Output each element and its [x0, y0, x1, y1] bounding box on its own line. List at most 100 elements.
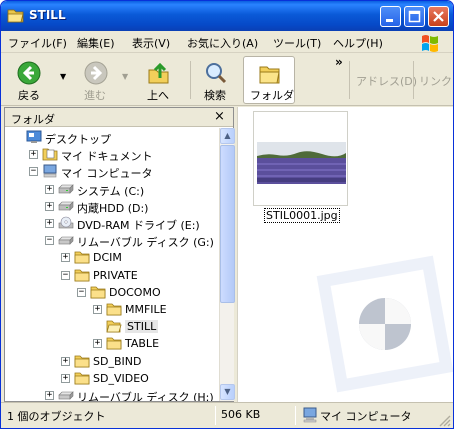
folders-label: フォルダ — [250, 89, 294, 102]
minimize-button[interactable] — [380, 6, 401, 27]
menu-view[interactable]: 表示(V) — [132, 35, 170, 51]
folder-tree-scrollbar[interactable]: ▲ ▼ — [219, 128, 235, 401]
tree-item-label[interactable]: TABLE — [125, 337, 159, 350]
desktop-icon — [26, 130, 42, 144]
tree-collapse-button[interactable]: − — [45, 236, 54, 246]
folder-icon — [106, 302, 122, 316]
back-button[interactable]: 戻る — [7, 58, 51, 102]
menu-file[interactable]: ファイル(F) — [8, 35, 67, 51]
folders-button[interactable]: フォルダ — [243, 56, 295, 104]
up-label: 上へ — [147, 89, 169, 102]
file-name-label[interactable]: STIL0001.jpg — [264, 208, 340, 223]
hard-drive-icon — [58, 199, 74, 213]
folders-icon — [259, 66, 280, 84]
folder-open-icon — [7, 9, 24, 23]
search-button[interactable]: 検索 — [196, 58, 236, 102]
tree-collapse-button[interactable]: − — [61, 270, 70, 280]
folder-icon — [74, 371, 90, 385]
folder-pane-close-button[interactable]: × — [214, 109, 225, 124]
folder-tree-pane: フォルダ × デスクトップ + マイ ドキュメント − マイ コンピュータ + システム (… — [4, 107, 235, 402]
search-icon — [206, 63, 227, 84]
title-bar[interactable]: STILL — [1, 1, 453, 31]
tree-item-label[interactable]: リムーバブル ディスク (H:) — [77, 389, 214, 401]
tree-item-label[interactable]: DVD-RAM ドライブ (E:) — [77, 217, 200, 233]
search-label: 検索 — [204, 89, 226, 102]
tree-collapse-button[interactable]: − — [29, 167, 38, 177]
menu-tools[interactable]: ツール(T) — [273, 35, 321, 51]
windows-logo-icon — [422, 35, 438, 52]
explorer-window: STILL ファイル(F) 編集(E) 表示(V) お気に入り(A) ツール(T… — [0, 0, 454, 429]
maximize-icon — [408, 10, 421, 23]
tree-item-label[interactable]: デスクトップ — [45, 131, 111, 147]
window-title: STILL — [29, 8, 66, 22]
tree-expand-button[interactable]: + — [61, 253, 70, 263]
folder-icon — [74, 354, 90, 368]
maximize-button[interactable] — [404, 6, 425, 27]
tree-item-label[interactable]: DOCOMO — [109, 286, 161, 299]
removable-disk-icon — [58, 388, 74, 401]
folder-icon — [74, 250, 90, 264]
scrollbar-thumb[interactable] — [220, 145, 235, 303]
scroll-down-button[interactable]: ▼ — [220, 384, 235, 400]
tree-item-label[interactable]: STILL — [125, 320, 159, 334]
close-icon — [433, 11, 444, 22]
folder-icon — [106, 336, 122, 350]
toolbar-separator — [413, 61, 414, 99]
links-toolbar-label[interactable]: リンク — [419, 73, 452, 89]
folder-tree: デスクトップ + マイ ドキュメント − マイ コンピュータ + システム (C:) + 内蔵H… — [5, 128, 219, 401]
tree-expand-button[interactable]: + — [93, 305, 102, 314]
resize-grip-icon[interactable] — [437, 413, 451, 427]
dvd-drive-icon — [58, 216, 74, 230]
removable-disk-icon — [58, 233, 74, 247]
back-dropdown-arrow-icon[interactable]: ▼ — [60, 72, 66, 81]
up-button[interactable]: 上へ — [139, 58, 179, 102]
tree-item-label[interactable]: リムーバブル ディスク (G:) — [77, 234, 214, 250]
scroll-up-button[interactable]: ▲ — [220, 128, 235, 144]
folder-up-icon — [148, 62, 169, 84]
tree-item-label[interactable]: マイ コンピュータ — [61, 165, 153, 181]
menu-help[interactable]: ヘルプ(H) — [333, 35, 383, 51]
back-arrow-icon — [17, 61, 41, 85]
tree-item-label[interactable]: 内蔵HDD (D:) — [77, 200, 148, 216]
status-separator — [295, 406, 296, 425]
camera-folder-watermark-icon — [316, 255, 453, 393]
tree-expand-button[interactable]: + — [61, 373, 70, 383]
folder-pane-header: フォルダ × — [5, 108, 233, 127]
folder-pane-title: フォルダ — [11, 113, 55, 126]
folder-open-icon — [106, 319, 122, 333]
close-button[interactable] — [428, 6, 449, 27]
tree-expand-button[interactable]: + — [45, 391, 54, 400]
tree-expand-button[interactable]: + — [45, 184, 54, 194]
tree-item-label[interactable]: DCIM — [93, 251, 122, 264]
tree-collapse-button[interactable]: − — [77, 287, 86, 297]
status-object-count: 1 個のオブジェクト — [7, 410, 106, 423]
forward-button[interactable]: 進む — [75, 58, 119, 102]
file-list-view: STIL0001.jpg — [237, 107, 453, 402]
toolbar-overflow-chevron[interactable]: » — [335, 55, 343, 69]
file-thumbnail[interactable] — [253, 111, 348, 206]
back-label: 戻る — [18, 89, 40, 102]
tree-item-label[interactable]: システム (C:) — [77, 183, 144, 199]
tree-item-label[interactable]: MMFILE — [125, 303, 167, 316]
tree-item-label[interactable]: SD_VIDEO — [93, 372, 149, 385]
tree-item-label[interactable]: PRIVATE — [93, 269, 138, 282]
my-documents-icon — [42, 147, 58, 161]
tree-item-label[interactable]: SD_BIND — [93, 355, 141, 368]
minimize-icon — [386, 19, 393, 22]
status-separator — [215, 406, 216, 425]
tree-item-label[interactable]: マイ ドキュメント — [61, 148, 153, 164]
tree-expand-button[interactable]: + — [61, 356, 70, 366]
tree-expand-button[interactable]: + — [45, 201, 54, 211]
toolbar-separator — [349, 61, 350, 99]
forward-arrow-icon — [84, 61, 108, 85]
tree-expand-button[interactable]: + — [45, 219, 54, 228]
address-bar-label[interactable]: アドレス(D) — [356, 73, 417, 89]
tree-expand-button[interactable]: + — [29, 150, 38, 160]
tree-expand-button[interactable]: + — [93, 339, 102, 349]
my-computer-icon — [42, 164, 58, 178]
folder-icon — [74, 268, 90, 282]
menu-edit[interactable]: 編集(E) — [77, 35, 115, 51]
forward-dropdown-arrow-icon[interactable]: ▼ — [122, 72, 128, 81]
menu-bar: ファイル(F) 編集(E) 表示(V) お気に入り(A) ツール(T) ヘルプ(… — [1, 31, 453, 53]
menu-favorites[interactable]: お気に入り(A) — [187, 35, 258, 51]
